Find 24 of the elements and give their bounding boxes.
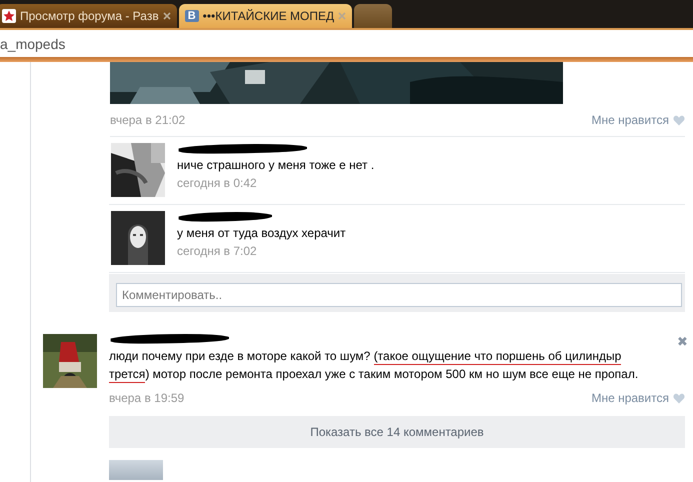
comment-text: ниче страшного у меня тоже е нет . [177, 158, 374, 172]
comment-field[interactable]: Комментировать.. [116, 283, 682, 307]
close-icon [162, 12, 171, 20]
star-icon [2, 9, 16, 23]
post-text: люди почему при езде в моторе какой то шум? (такое ощущение что поршень об цилиндыр трется) мотор после ремонта проехал уже с таким мотором 500 км но шум все еще не пропал. [109, 348, 640, 383]
url-text: a_mopeds [0, 36, 66, 52]
timestamp: сегодня в 7:02 [177, 244, 258, 258]
close-icon [338, 12, 346, 20]
browser-tab[interactable] [354, 4, 392, 28]
site-icon: В [184, 10, 199, 22]
tab-title: •••КИТАЙСКИЕ МОПЕД [202, 9, 334, 23]
timestamp: вчера в 19:59 [109, 391, 184, 405]
heart-icon [673, 392, 685, 404]
browser-tab[interactable]: Просмотр форума - Разв [0, 4, 177, 28]
show-comments-button[interactable]: Показать все 14 комментариев [109, 416, 685, 448]
like-button[interactable]: Мне нравится [591, 391, 685, 405]
timestamp: сегодня в 0:42 [177, 176, 258, 190]
timestamp: вчера в 21:02 [110, 113, 186, 127]
browser-tab[interactable]: В •••КИТАЙСКИЕ МОПЕД [178, 4, 352, 28]
like-button[interactable]: Мне нравится [591, 113, 685, 127]
heart-icon [673, 114, 685, 126]
comment-text: у меня от туда воздух херачит [177, 226, 346, 240]
tab-title: Просмотр форума - Разв [20, 9, 159, 23]
close-icon[interactable]: ✖ [677, 334, 688, 349]
